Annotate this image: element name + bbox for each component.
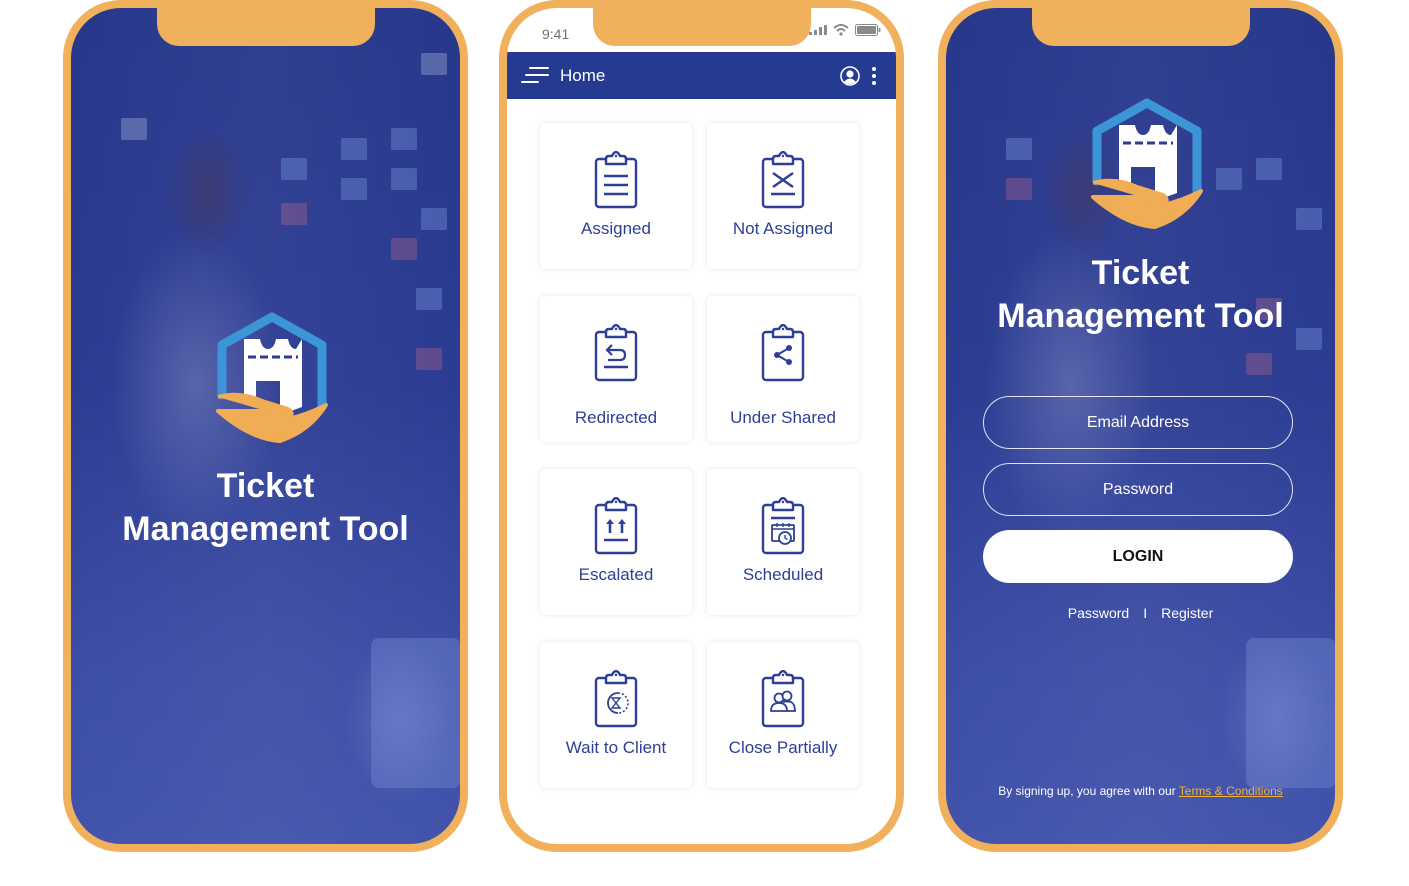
tile-label: Assigned (581, 219, 651, 238)
laptop-shape (1246, 638, 1335, 788)
clipboard-hourglass-icon (594, 670, 638, 728)
login-screen: Ticket Management Tool Email Address Pas… (946, 8, 1335, 844)
login-button[interactable]: LOGIN (983, 530, 1293, 583)
sticky-note (121, 118, 147, 140)
tile-label: Under Shared (730, 408, 836, 427)
tile-under-shared[interactable]: Under Shared (707, 296, 859, 442)
sticky-note (1296, 208, 1322, 230)
ticket-hand-logo-icon (216, 312, 328, 443)
ticket-hand-logo-icon (1091, 98, 1203, 229)
clipboard-calendar-icon (761, 497, 805, 555)
phone-notch (1031, 8, 1250, 46)
tile-wait-to-client[interactable]: Wait to Client (540, 642, 692, 788)
status-icons (809, 24, 881, 36)
sticky-note (1006, 178, 1032, 200)
sticky-note (421, 208, 447, 230)
sticky-note (1006, 138, 1032, 160)
app-bar-title: Home (560, 66, 606, 85)
sticky-note (341, 138, 367, 160)
clipboard-redirect-icon (594, 324, 638, 382)
laptop-shape (371, 638, 460, 788)
auth-links: Password I Register (946, 605, 1335, 621)
clipboard-x-icon (761, 151, 805, 209)
home-screen: 9:41 Home Assigned Not Assigned Redirect… (507, 8, 896, 844)
clipboard-list-icon (594, 151, 638, 209)
sticky-note (391, 128, 417, 150)
splash-screen: Ticket Management Tool (71, 8, 460, 844)
clipboard-share-icon (761, 324, 805, 382)
email-field[interactable]: Email Address (983, 396, 1293, 449)
phone-splash-screen: Ticket Management Tool (63, 0, 468, 880)
terms-notice: By signing up, you agree with our Terms … (946, 784, 1335, 798)
phone-notch (592, 8, 811, 46)
splash-title-line1: Ticket (216, 467, 315, 505)
tile-close-partially[interactable]: Close Partially (707, 642, 859, 788)
tile-label: Escalated (578, 565, 654, 584)
sticky-note (1216, 168, 1242, 190)
phone-notch (156, 8, 375, 46)
tile-label: Close Partially (728, 738, 838, 757)
tile-label: Redirected (574, 408, 658, 427)
terms-link[interactable]: Terms & Conditions (1179, 784, 1283, 798)
sticky-note (391, 238, 417, 260)
forgot-password-link[interactable]: Password (1068, 605, 1129, 621)
email-placeholder: Email Address (1086, 413, 1190, 431)
status-time: 9:41 (542, 26, 570, 42)
link-separator: I (1143, 605, 1148, 621)
sticky-note (341, 178, 367, 200)
clipboard-escalate-icon (594, 497, 638, 555)
tile-assigned[interactable]: Assigned (540, 123, 692, 269)
tile-scheduled[interactable]: Scheduled (707, 469, 859, 615)
sticky-note (421, 53, 447, 75)
tile-label: Not Assigned (732, 219, 834, 238)
signal-icon (809, 25, 827, 35)
battery-icon (855, 24, 881, 36)
register-link[interactable]: Register (1161, 605, 1213, 621)
password-placeholder: Password (1102, 480, 1174, 498)
sticky-note (1256, 158, 1282, 180)
user-avatar-icon[interactable] (840, 66, 860, 86)
login-title-line2: Management Tool (997, 297, 1284, 335)
terms-prefix: By signing up, you agree with our (998, 784, 1176, 798)
sticky-note (281, 158, 307, 180)
sticky-note (416, 348, 442, 370)
phone-home-screen: 9:41 Home Assigned Not Assigned Redirect… (499, 0, 904, 880)
tile-label: Wait to Client (565, 738, 667, 757)
splash-title-line2: Management Tool (122, 510, 409, 548)
sticky-note (1246, 353, 1272, 375)
login-title-line1: Ticket (1091, 254, 1190, 292)
app-bar: Home (507, 52, 896, 99)
sticky-note (391, 168, 417, 190)
tile-redirected[interactable]: Redirected (540, 296, 692, 442)
sticky-note (416, 288, 442, 310)
more-vertical-icon[interactable] (870, 66, 878, 86)
tile-escalated[interactable]: Escalated (540, 469, 692, 615)
wifi-icon (833, 24, 849, 36)
tile-label: Scheduled (742, 565, 824, 584)
hamburger-menu-icon[interactable] (521, 67, 549, 85)
tile-not-assigned[interactable]: Not Assigned (707, 123, 859, 269)
password-field[interactable]: Password (983, 463, 1293, 516)
phone-login-screen: Ticket Management Tool Email Address Pas… (938, 0, 1343, 880)
sticky-note (281, 203, 307, 225)
clipboard-users-icon (761, 670, 805, 728)
